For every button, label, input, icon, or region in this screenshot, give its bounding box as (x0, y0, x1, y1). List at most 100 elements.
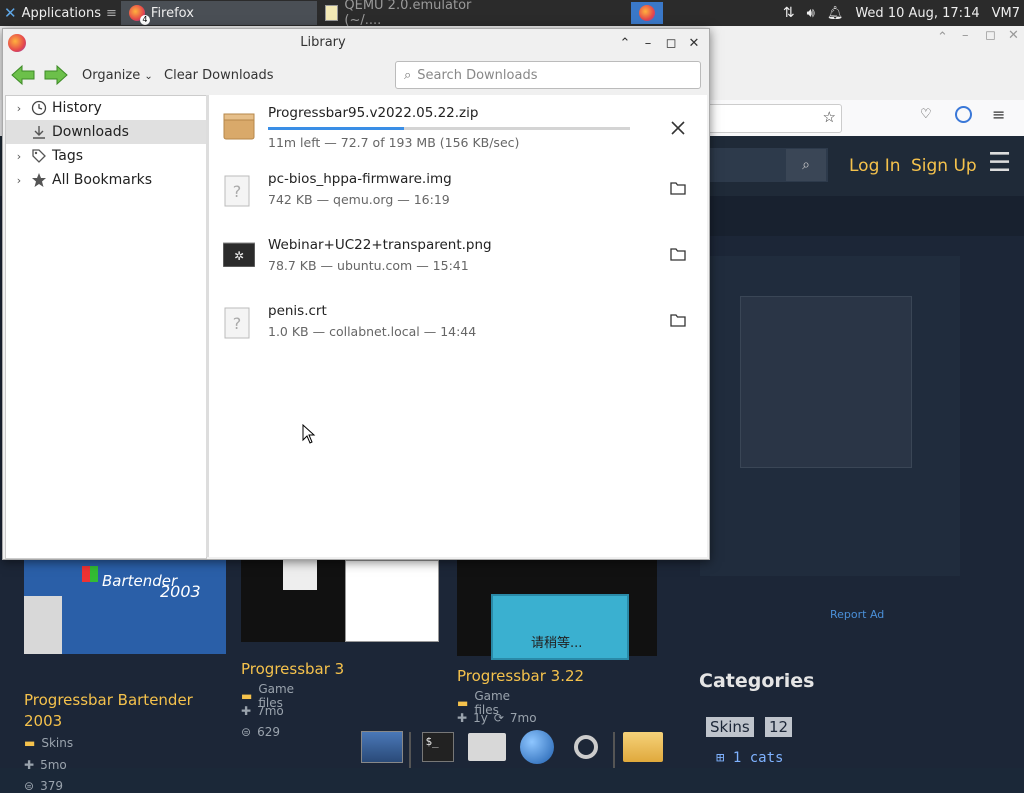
thumbnail-window: 请稍等... (491, 594, 629, 660)
site-search-button[interactable]: ⌕ (786, 149, 826, 181)
search-downloads-box[interactable]: ⌕ (395, 61, 701, 89)
dock-show-desktop[interactable] (360, 726, 403, 768)
terminal-icon: $_ (422, 732, 455, 762)
open-containing-folder-button[interactable] (667, 177, 689, 199)
search-downloads-input[interactable] (415, 66, 690, 84)
expand-icon: ⊞ (716, 750, 725, 766)
card-title[interactable]: Progressbar 3 (241, 659, 451, 680)
card-age-label: 5mo (40, 758, 67, 772)
maximize-icon[interactable]: ◻ (662, 34, 680, 52)
cancel-download-button[interactable] (667, 117, 689, 139)
category-subitem[interactable]: ⊞ 1 cats (716, 750, 783, 766)
chevron-down-icon: ⌄ (144, 71, 153, 82)
sidebar-item-downloads[interactable]: Downloads (6, 120, 206, 144)
taskbar-firefox[interactable]: 4 Firefox (120, 1, 317, 25)
download-progress-bar (268, 127, 630, 130)
card-thumbnail[interactable]: Bartender 2003 (24, 556, 226, 654)
minimize-icon[interactable]: – (639, 34, 657, 52)
dock-separator (409, 732, 411, 768)
menu-separator-icon: ≡ (106, 5, 117, 21)
user-label[interactable]: VM7 (992, 6, 1020, 21)
card-thumbnail[interactable]: 请稍等... (457, 556, 657, 660)
card-category-label: Skins (41, 736, 74, 750)
bookmark-star-icon[interactable]: ☆ (823, 108, 836, 126)
clear-downloads-button[interactable]: Clear Downloads (164, 68, 274, 83)
svg-text:?: ? (233, 314, 242, 333)
taskbar-firefox-preview[interactable] (630, 2, 663, 24)
download-status: 742 KB — qemu.org — 16:19 (268, 192, 450, 207)
dock-files[interactable] (621, 726, 664, 768)
download-name: pc-bios_hppa-firmware.img (268, 171, 452, 187)
windows-logo-icon (82, 566, 98, 582)
expand-arrow-icon[interactable]: › (12, 150, 26, 163)
library-titlebar: Library ⌃ – ◻ ✕ (3, 29, 709, 57)
forward-arrow-icon[interactable] (44, 64, 68, 86)
chevron-up-icon[interactable]: ⌃ (937, 30, 948, 45)
panel-tray: ⇅ 🔊︎ 🔔︎ Wed 10 Aug, 17:14 VM7 (783, 0, 1024, 26)
home-folder-icon (468, 733, 507, 761)
expand-arrow-icon[interactable]: › (12, 102, 26, 115)
sidebar-item-label: All Bookmarks (52, 172, 153, 188)
organize-label: Organize (82, 68, 141, 83)
download-item[interactable]: Progressbar95.v2022.05.22.zip 11m left —… (209, 95, 707, 159)
tag-icon (30, 147, 48, 165)
card-age: ✚ 7mo (241, 704, 284, 718)
thumbnail-window (283, 560, 317, 590)
clock[interactable]: Wed 10 Aug, 17:14 (855, 6, 979, 21)
hamburger-menu-icon[interactable]: ≡ (992, 105, 1005, 124)
dock: $_ (360, 722, 664, 768)
globe-icon (519, 730, 554, 764)
sidebar-item-all-bookmarks[interactable]: › All Bookmarks (6, 168, 206, 192)
close-icon[interactable]: ✕ (1008, 28, 1019, 43)
account-icon[interactable] (955, 106, 972, 123)
applications-menu[interactable]: ✕ Applications ≡ (0, 0, 121, 26)
signup-link[interactable]: Sign Up (911, 156, 977, 176)
sidebar-item-history[interactable]: › History (6, 96, 206, 120)
dock-home[interactable] (466, 726, 509, 768)
pocket-icon[interactable]: ♡ (920, 107, 932, 122)
category-skins[interactable]: Skins (706, 717, 754, 737)
download-item[interactable]: ? penis.crt 1.0 KB — collabnet.local — 1… (209, 293, 707, 357)
open-containing-folder-button[interactable] (667, 309, 689, 331)
card-title[interactable]: Progressbar Bartender 2003 (24, 690, 234, 732)
download-status: 11m left — 72.7 of 193 MB (156 KB/sec) (268, 135, 520, 150)
svg-text:?: ? (233, 182, 242, 201)
login-link[interactable]: Log In (849, 156, 901, 176)
card-thumbnail[interactable] (241, 556, 439, 642)
notification-bell-icon[interactable]: 🔔︎ (827, 6, 844, 21)
shade-icon[interactable]: ⌃ (616, 34, 634, 52)
organize-button[interactable]: Organize ⌄ (82, 68, 153, 83)
archive-icon (223, 111, 257, 145)
report-ad-link[interactable]: Report Ad (830, 608, 884, 621)
card-downloads-label: 379 (40, 779, 63, 793)
minimize-icon[interactable]: – (962, 28, 969, 43)
dock-search[interactable] (564, 726, 607, 768)
taskbar-qemu[interactable]: QEMU 2.0.emulator (~/.... (317, 0, 513, 28)
top-panel: ✕ Applications ≡ 4 Firefox QEMU 2.0.emul… (0, 0, 1024, 28)
close-icon[interactable]: ✕ (685, 34, 703, 52)
taskbar-firefox-label: Firefox (150, 5, 194, 21)
back-arrow-icon[interactable] (11, 64, 35, 86)
expand-arrow-icon[interactable]: › (12, 174, 26, 187)
site-menu-icon[interactable]: ☰ (988, 150, 1011, 176)
url-bar[interactable]: ☆ (700, 104, 842, 133)
open-containing-folder-button[interactable] (667, 243, 689, 265)
download-item[interactable]: ? pc-bios_hppa-firmware.img 742 KB — qem… (209, 161, 707, 225)
sidebar-item-tags[interactable]: › Tags (6, 144, 206, 168)
firefox-window-count-badge: 4 (139, 15, 150, 25)
unknown-file-icon: ? (223, 175, 257, 209)
folder-icon: ▬ (457, 696, 469, 710)
text-editor-icon (324, 5, 339, 21)
library-window: Library ⌃ – ◻ ✕ Organize ⌄ Clear Downloa… (2, 28, 710, 560)
card-title[interactable]: Progressbar 3.22 (457, 666, 667, 687)
dock-terminal[interactable]: $_ (417, 726, 460, 768)
network-icon[interactable]: ⇅ (783, 5, 795, 21)
plus-icon: ✚ (241, 704, 252, 718)
download-item[interactable]: ✲ Webinar+UC22+transparent.png 78.7 KB —… (209, 227, 707, 291)
dock-browser[interactable] (515, 726, 558, 768)
download-icon (30, 123, 48, 141)
dock-separator (613, 732, 615, 768)
maximize-icon[interactable]: ◻ (985, 28, 996, 43)
library-title: Library (300, 35, 346, 50)
volume-icon[interactable]: 🔊︎ (807, 6, 815, 21)
